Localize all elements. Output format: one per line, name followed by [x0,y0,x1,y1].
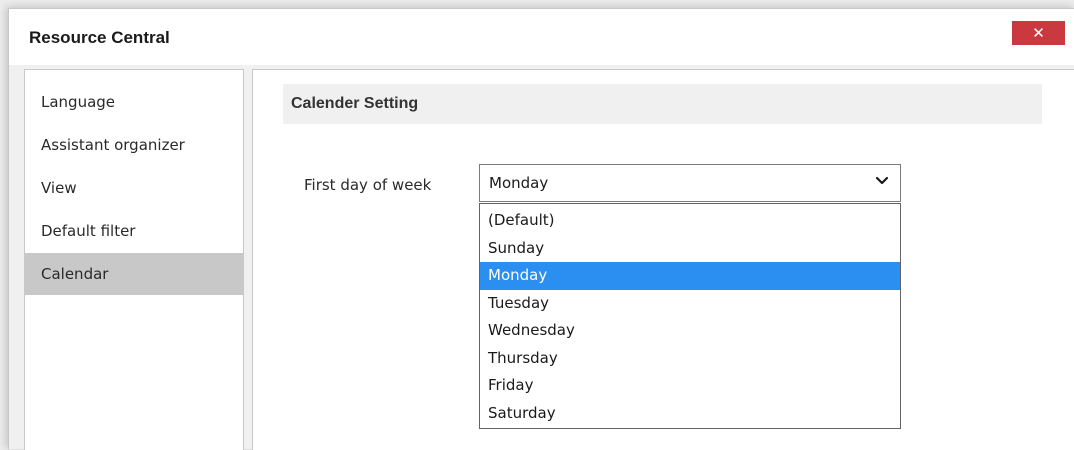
sidebar-item-assistant-organizer[interactable]: Assistant organizer [25,124,243,166]
settings-content: Calender Setting First day of week Monda… [252,69,1074,450]
settings-sidebar: Language Assistant organizer View Defaul… [24,69,244,450]
resource-central-dialog: Resource Central ✕ Language Assistant or… [8,8,1074,450]
close-button[interactable]: ✕ [1012,21,1065,45]
dropdown-option-default[interactable]: (Default) [480,207,900,235]
first-day-of-week-select[interactable]: Monday [479,164,901,202]
sidebar-item-calendar[interactable]: Calendar [25,253,243,295]
chevron-down-icon [875,176,889,185]
first-day-of-week-dropdown: (Default) Sunday Monday Tuesday Wednesda… [479,203,901,429]
sidebar-item-label: View [41,179,77,197]
first-day-of-week-label: First day of week [304,176,432,194]
section-header: Calender Setting [283,84,1042,124]
select-value: Monday [489,174,549,192]
sidebar-item-label: Language [41,93,116,111]
sidebar-item-language[interactable]: Language [25,81,243,123]
close-icon: ✕ [1032,24,1045,42]
sidebar-item-label: Default filter [41,222,136,240]
dropdown-option-monday[interactable]: Monday [480,262,900,290]
dropdown-option-tuesday[interactable]: Tuesday [480,290,900,318]
sidebar-item-label: Assistant organizer [41,136,185,154]
section-title: Calender Setting [291,95,419,112]
sidebar-item-view[interactable]: View [25,167,243,209]
dropdown-option-sunday[interactable]: Sunday [480,235,900,263]
window-title: Resource Central [29,28,170,47]
dropdown-option-thursday[interactable]: Thursday [480,345,900,373]
dropdown-option-friday[interactable]: Friday [480,372,900,400]
dropdown-option-saturday[interactable]: Saturday [480,400,900,428]
title-bar: Resource Central ✕ [9,9,1074,65]
dropdown-option-wednesday[interactable]: Wednesday [480,317,900,345]
sidebar-item-label: Calendar [41,265,109,283]
sidebar-item-default-filter[interactable]: Default filter [25,210,243,252]
